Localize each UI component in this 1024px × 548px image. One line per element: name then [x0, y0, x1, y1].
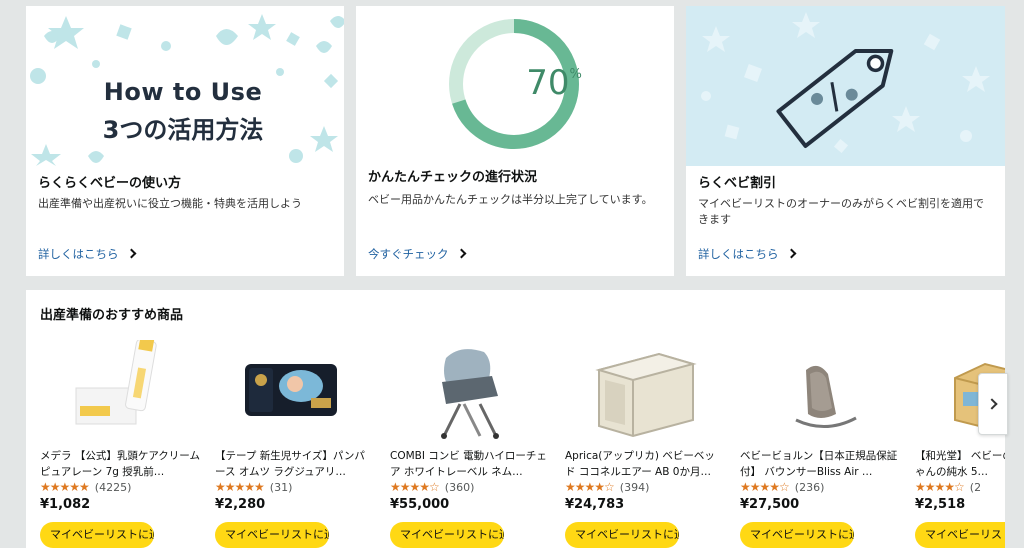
card-description: ベビー用品かんたんチェックは半分以上完了しています。 [368, 193, 653, 206]
howto-card: How to Use 3つの活用方法 らくらくベビーの使い方 出産準備や出産祝い… [26, 6, 344, 276]
star-rating-icon: ★★★★☆ [565, 480, 615, 494]
product-image-nipple-cream[interactable] [40, 340, 203, 440]
add-to-baby-list-button[interactable]: マイベビーリストに追加 [740, 522, 854, 548]
link-label: 詳しくはこちら [38, 247, 119, 261]
review-count[interactable]: (360) [445, 481, 475, 494]
product-name[interactable]: 【和光堂】 ベビーのじかん 赤ちゃんの純水 5… [915, 448, 1005, 480]
product-image-high-low-chair[interactable] [390, 340, 553, 440]
product-price: ¥2,518 [915, 497, 966, 512]
add-to-baby-list-button[interactable]: マイベビーリストに追加 [915, 522, 1005, 548]
link-label: 詳しくはこちら [698, 247, 779, 261]
howto-heading-line2: 3つの活用方法 [102, 116, 264, 144]
add-to-baby-list-button[interactable]: マイベビーリストに追加 [390, 522, 504, 548]
chevron-right-icon [986, 398, 998, 410]
product-name[interactable]: Aprica(アップリカ) ベビーベッド ココネルエアー AB 0か月… [565, 448, 725, 480]
product-image-bouncer[interactable] [740, 340, 903, 440]
product-name[interactable]: COMBI コンビ 電動ハイローチェア ホワイトレーベル ネム… [390, 448, 550, 480]
progress-card: 70% かんたんチェックの進行状況 ベビー用品かんたんチェックは半分以上完了して… [356, 6, 674, 276]
product-name[interactable]: 【テープ 新生児サイズ】パンパース オムツ ラグジュアリ… [215, 448, 375, 480]
add-to-baby-list-button[interactable]: マイベビーリストに追加 [215, 522, 329, 548]
review-count[interactable]: (394) [620, 481, 650, 494]
product-rating: ★★★★★ (31) [215, 480, 292, 494]
product-rating: ★★★★☆ (2 [915, 480, 981, 494]
product-price: ¥1,082 [40, 497, 91, 512]
star-rating-icon: ★★★★☆ [740, 480, 790, 494]
review-count[interactable]: (236) [795, 481, 825, 494]
howto-heading-line1: How to Use [103, 78, 263, 106]
product-price: ¥27,500 [740, 497, 800, 512]
section-title: 出産準備のおすすめ商品 [40, 308, 184, 323]
chevron-right-icon [786, 248, 796, 259]
product-name[interactable]: ベビービョルン【日本正規品保証付】 バウンサーBliss Air … [740, 448, 900, 480]
card-title: かんたんチェックの進行状況 [368, 170, 538, 185]
star-rating-icon: ★★★★★ [215, 480, 265, 494]
star-rating-icon: ★★★★☆ [390, 480, 440, 494]
recommendations-section: 出産準備のおすすめ商品 メデラ 【公式】乳頭ケアクリーム ピュアレーン 7g 授… [26, 290, 1005, 548]
star-rating-icon: ★★★★★ [40, 480, 90, 494]
carousel-next-button[interactable] [978, 373, 1008, 435]
howto-details-link[interactable]: 詳しくはこちら [38, 246, 136, 262]
product-price: ¥55,000 [390, 497, 450, 512]
add-to-baby-list-button[interactable]: マイベビーリストに追加 [565, 522, 679, 548]
discount-tag-illustration [686, 6, 1005, 166]
star-rating-icon: ★★★★☆ [915, 480, 965, 494]
howto-heading: How to Use 3つの活用方法 [26, 78, 340, 145]
add-to-baby-list-button[interactable]: マイベビーリストに追加 [40, 522, 154, 548]
discount-card: らくベビ割引 マイベビーリストのオーナーのみがらくベビ割引を適用できます 詳しく… [686, 6, 1005, 276]
product-image-baby-bed[interactable] [565, 340, 728, 440]
discount-details-link[interactable]: 詳しくはこちら [698, 246, 796, 262]
progress-value: 70% [498, 63, 610, 103]
review-count[interactable]: (2 [970, 481, 981, 494]
product-rating: ★★★★☆ (394) [565, 480, 649, 494]
product-price: ¥2,280 [215, 497, 266, 512]
check-now-link[interactable]: 今すぐチェック [368, 246, 466, 262]
product-rating: ★★★★☆ (236) [740, 480, 824, 494]
product-rating: ★★★★★ (4225) [40, 480, 131, 494]
progress-number: 70 [526, 63, 570, 103]
review-count[interactable]: (4225) [95, 481, 132, 494]
product-price: ¥24,783 [565, 497, 625, 512]
card-description: 出産準備や出産祝いに役立つ機能・特典を活用しよう [38, 197, 302, 210]
card-title: らくらくベビーの使い方 [38, 176, 182, 191]
product-name[interactable]: メデラ 【公式】乳頭ケアクリーム ピュアレーン 7g 授乳前… [40, 448, 200, 480]
product-rating: ★★★★☆ (360) [390, 480, 474, 494]
progress-unit: % [569, 67, 582, 82]
card-title: らくベビ割引 [698, 176, 777, 191]
card-description: マイベビーリストのオーナーのみがらくベビ割引を適用できます [698, 197, 984, 226]
link-label: 今すぐチェック [368, 247, 449, 261]
product-image-diapers[interactable] [215, 340, 378, 440]
chevron-right-icon [456, 248, 466, 259]
review-count[interactable]: (31) [270, 481, 293, 494]
chevron-right-icon [126, 248, 136, 259]
